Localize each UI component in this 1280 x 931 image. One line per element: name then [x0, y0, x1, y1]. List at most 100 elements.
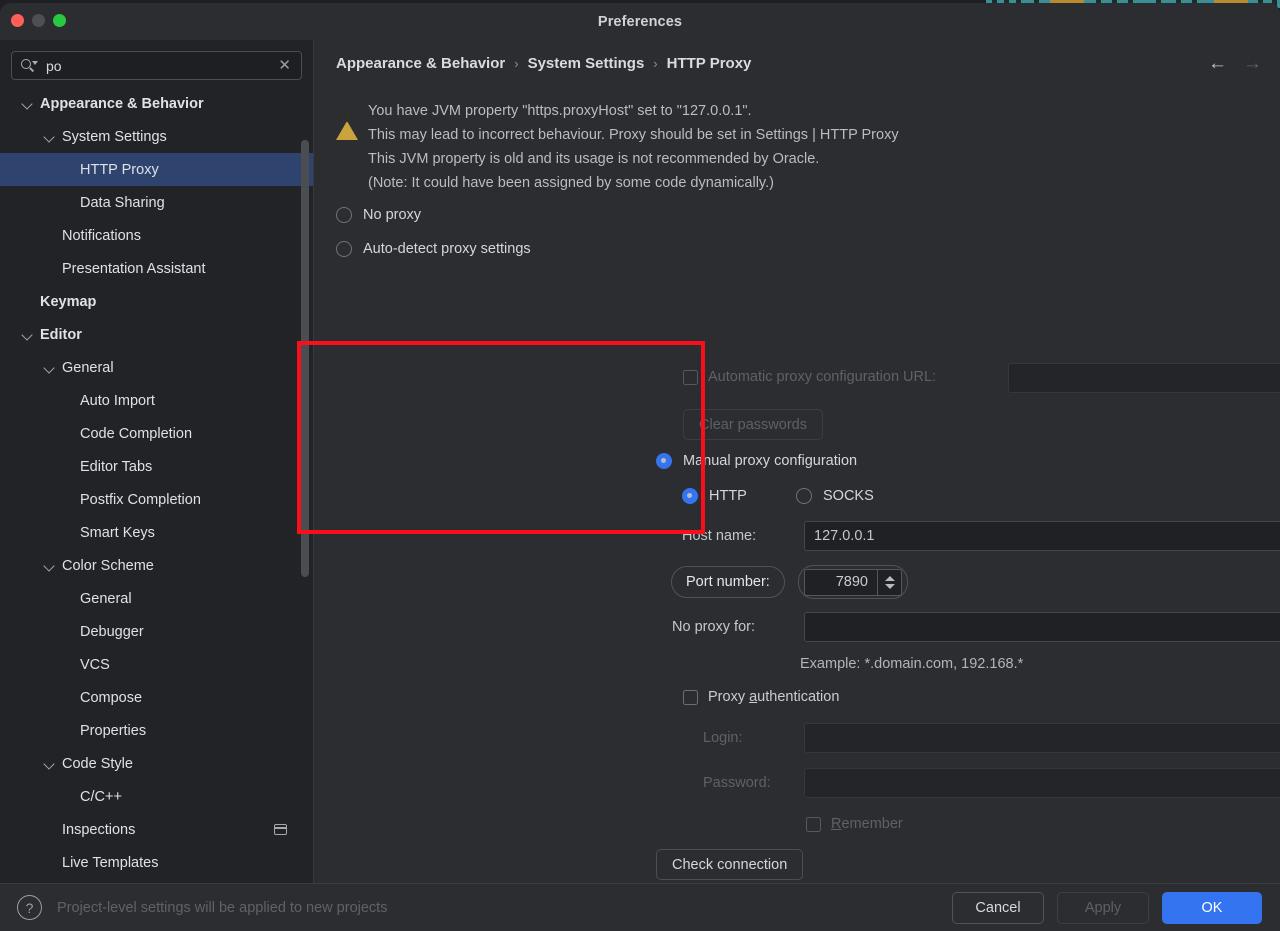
- sidebar-item-live-templates[interactable]: Live Templates: [0, 846, 313, 879]
- sidebar-item-editor[interactable]: Editor: [0, 318, 313, 351]
- protocol-http-option[interactable]: HTTP: [682, 488, 747, 504]
- no-proxy-for-input[interactable]: [804, 612, 1280, 642]
- clear-search-icon[interactable]: ✕: [276, 58, 293, 73]
- auto-detect-proxy-radio[interactable]: [336, 241, 352, 257]
- sidebar-item-editor-tabs[interactable]: Editor Tabs: [0, 450, 313, 483]
- sidebar-item-label: Color Scheme: [62, 557, 154, 574]
- port-number-field[interactable]: 7890: [804, 568, 902, 596]
- sidebar-item-label: C/C++: [80, 788, 122, 805]
- sidebar-item-label: Notifications: [62, 227, 141, 244]
- sidebar-item-auto-import[interactable]: Auto Import: [0, 384, 313, 417]
- sidebar-item-label: Editor: [40, 326, 82, 343]
- host-name-input[interactable]: 127.0.0.1: [804, 521, 1280, 551]
- check-connection-button[interactable]: Check connection: [656, 849, 804, 880]
- sidebar-item-label: Appearance & Behavior: [40, 95, 204, 112]
- sidebar-item-system-settings[interactable]: System Settings: [0, 120, 313, 153]
- http-radio[interactable]: [682, 488, 698, 504]
- manual-proxy-radio[interactable]: [656, 453, 672, 469]
- manual-proxy-option[interactable]: Manual proxy configuration: [656, 453, 857, 469]
- sidebar-item-code-style[interactable]: Code Style: [0, 747, 313, 780]
- sidebar-item-debugger[interactable]: Debugger: [0, 615, 313, 648]
- chevron-down-icon[interactable]: [22, 329, 34, 341]
- help-question-icon[interactable]: ?: [17, 895, 42, 920]
- no-proxy-radio[interactable]: [336, 207, 352, 223]
- chevron-down-icon[interactable]: [44, 560, 56, 572]
- pac-url-input: [1008, 363, 1280, 393]
- sidebar-scrollbar-thumb[interactable]: [301, 140, 309, 577]
- ok-button[interactable]: OK: [1162, 891, 1262, 924]
- sidebar-item-code-completion[interactable]: Code Completion: [0, 417, 313, 450]
- sidebar-item-color-scheme[interactable]: Color Scheme: [0, 549, 313, 582]
- search-icon: [21, 58, 38, 74]
- stepper-down-icon[interactable]: [884, 583, 895, 589]
- sidebar-item-postfix-completion[interactable]: Postfix Completion: [0, 483, 313, 516]
- breadcrumb-separator: ›: [514, 56, 519, 71]
- chevron-down-icon[interactable]: [44, 131, 56, 143]
- warning-line: This may lead to incorrect behaviour. Pr…: [368, 127, 899, 143]
- footer-note: Project-level settings will be applied t…: [57, 899, 388, 916]
- sidebar-item-vcs[interactable]: VCS: [0, 648, 313, 681]
- sidebar-item-c-c[interactable]: C/C++: [0, 780, 313, 813]
- sidebar-item-label: Compose: [80, 689, 143, 706]
- sidebar-item-properties[interactable]: Properties: [0, 714, 313, 747]
- pac-url-row: Automatic proxy configuration URL:: [683, 369, 936, 385]
- sidebar-item-http-proxy[interactable]: HTTP Proxy: [0, 153, 313, 186]
- proxy-authentication-option[interactable]: Proxy authentication: [683, 689, 839, 705]
- sidebar-item-label: Auto Import: [80, 392, 155, 409]
- breadcrumb-item-1[interactable]: System Settings: [528, 55, 645, 72]
- auth-label-pre: Proxy: [708, 689, 750, 705]
- sidebar-item-compose[interactable]: Compose: [0, 681, 313, 714]
- sidebar-item-label: Presentation Assistant: [62, 260, 206, 277]
- pac-url-checkbox: [683, 369, 698, 385]
- sidebar-item-data-sharing[interactable]: Data Sharing: [0, 186, 313, 219]
- no-proxy-example-text: Example: *.domain.com, 192.168.*: [800, 656, 1024, 672]
- search-input[interactable]: [42, 57, 277, 74]
- sidebar-item-presentation-assistant[interactable]: Presentation Assistant: [0, 252, 313, 285]
- dialog-body: ✕ Appearance & Behavior System Settings HT…: [0, 40, 1280, 883]
- proxy-authentication-checkbox[interactable]: [683, 689, 698, 705]
- sidebar-item-general[interactable]: General: [0, 582, 313, 615]
- warning-line: You have JVM property "https.proxyHost" …: [368, 103, 752, 119]
- pac-url-label: Automatic proxy configuration URL:: [708, 369, 937, 385]
- http-label: HTTP: [709, 488, 747, 504]
- chevron-down-icon[interactable]: [44, 362, 56, 374]
- sidebar-item-general[interactable]: General: [0, 351, 313, 384]
- chevron-down-icon[interactable]: [44, 758, 56, 770]
- protocol-socks-option[interactable]: SOCKS: [796, 488, 874, 504]
- remember-label: Remember: [831, 816, 903, 832]
- sidebar-item-appearance-behavior[interactable]: Appearance & Behavior: [0, 87, 313, 120]
- socks-radio[interactable]: [796, 488, 812, 504]
- breadcrumb-item-0[interactable]: Appearance & Behavior: [336, 55, 505, 72]
- port-number-label: Port number:: [686, 574, 770, 590]
- sidebar-item-label: General: [80, 590, 132, 607]
- password-input: [804, 768, 1280, 798]
- no-proxy-option[interactable]: No proxy: [314, 198, 1280, 232]
- port-stepper-buttons[interactable]: [877, 568, 901, 596]
- remember-label-mnemonic: R: [831, 816, 842, 832]
- search-box[interactable]: ✕: [11, 51, 302, 80]
- chevron-down-icon[interactable]: [22, 98, 34, 110]
- settings-main-panel: Appearance & Behavior › System Settings …: [314, 40, 1280, 883]
- sidebar-item-keymap[interactable]: Keymap: [0, 285, 313, 318]
- sidebar-item-inspections[interactable]: Inspections: [0, 813, 313, 846]
- sidebar-item-label: Editor Tabs: [80, 458, 153, 475]
- arrow-left-icon[interactable]: ←: [1208, 54, 1227, 73]
- jvm-property-warning: You have JVM property "https.proxyHost" …: [314, 91, 1280, 195]
- cancel-button[interactable]: Cancel: [952, 891, 1044, 924]
- sidebar-item-notifications[interactable]: Notifications: [0, 219, 313, 252]
- auth-label-post: uthentication: [757, 689, 840, 705]
- port-number-spinner[interactable]: 7890: [798, 565, 908, 599]
- auto-detect-proxy-option[interactable]: Auto-detect proxy settings: [314, 232, 1280, 266]
- clear-passwords-button: Clear passwords: [683, 409, 823, 440]
- sidebar-item-smart-keys[interactable]: Smart Keys: [0, 516, 313, 549]
- sidebar-item-label: Smart Keys: [80, 524, 155, 541]
- stepper-up-icon[interactable]: [884, 575, 895, 581]
- settings-tree: Appearance & Behavior System Settings HTTP…: [0, 87, 313, 879]
